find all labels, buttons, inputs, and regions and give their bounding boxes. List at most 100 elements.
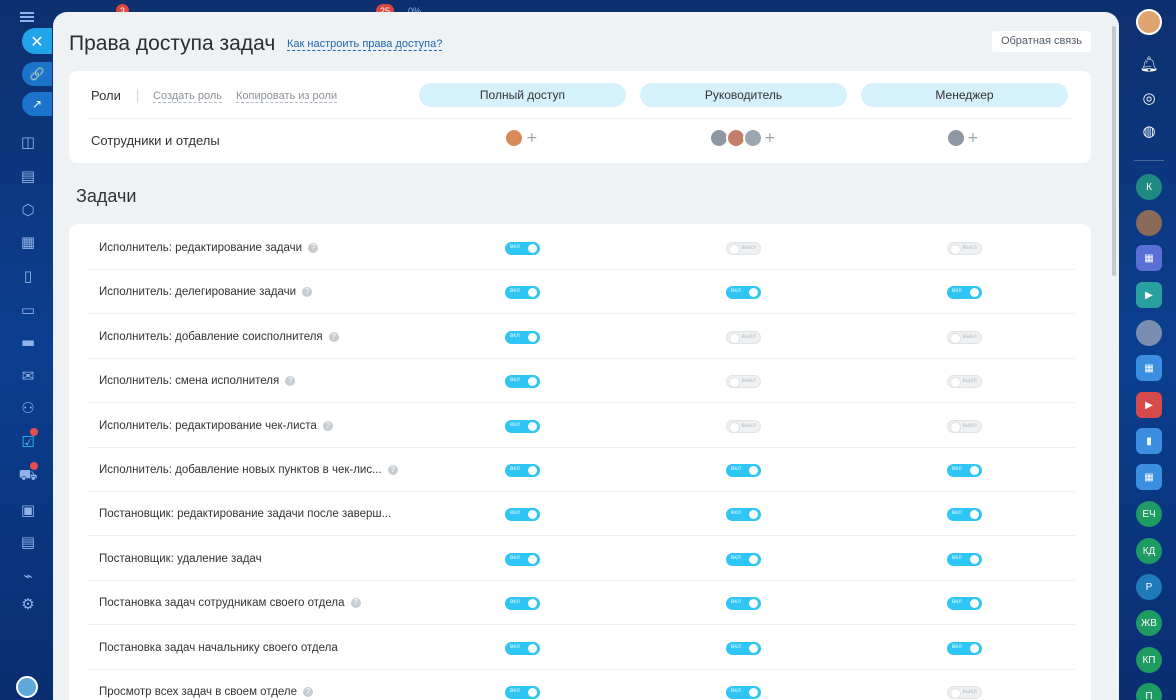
permission-label-text: Исполнитель: добавление соисполнителя (99, 330, 323, 343)
document-icon[interactable]: ▯ (18, 266, 38, 286)
help-icon[interactable]: ? (328, 331, 339, 342)
department-avatar[interactable] (946, 128, 966, 148)
bell-icon[interactable]: 🔔︎ (1136, 51, 1162, 77)
calendar-chat-icon[interactable]: ▦ (1136, 464, 1162, 490)
feedback-button[interactable]: Обратная связь (991, 31, 1091, 52)
permission-toggle[interactable]: выкл (726, 419, 761, 433)
permission-toggle[interactable]: вкл (726, 464, 761, 477)
permission-toggle[interactable]: вкл (726, 597, 761, 611)
video-chat-icon[interactable]: ▶ (1136, 282, 1162, 308)
permission-toggle[interactable]: вкл (947, 286, 982, 300)
open-new-window-button[interactable]: ↗ (22, 92, 52, 116)
permission-toggle[interactable]: выкл (947, 419, 982, 433)
help-link[interactable]: Как настроить права доступа? (287, 38, 443, 51)
permission-row: Постановщик: редактирование задачи после… (87, 492, 1075, 537)
close-slider-button[interactable]: ✕ (22, 28, 52, 54)
help-icon[interactable]: ? (350, 598, 361, 609)
bookmark-chat-icon[interactable]: ▮ (1136, 428, 1162, 454)
copy-link-button[interactable]: 🔗 (22, 62, 52, 86)
settings-icon[interactable]: ⚙ (18, 594, 38, 614)
permission-toggle[interactable]: вкл (505, 641, 540, 655)
role-full-access[interactable]: Полный доступ (419, 83, 626, 107)
permission-toggle[interactable]: вкл (505, 552, 540, 566)
contact-avatar[interactable] (1136, 210, 1162, 236)
add-employee-button[interactable]: + (526, 131, 538, 145)
add-employee-button[interactable]: + (764, 131, 776, 145)
toggle-knob (970, 510, 979, 520)
permission-toggle[interactable]: вкл (505, 286, 540, 300)
permission-toggle[interactable]: вкл (947, 552, 982, 566)
permission-toggle[interactable]: вкл (505, 508, 540, 522)
permission-toggle[interactable]: выкл (726, 375, 761, 389)
add-employee-button[interactable]: + (967, 131, 979, 145)
permission-toggle[interactable]: выкл (947, 686, 982, 699)
help-icon[interactable]: ? (387, 465, 398, 475)
toggle-text: вкл (952, 288, 962, 295)
permission-toggle[interactable]: вкл (505, 686, 540, 699)
permission-toggle[interactable]: вкл (505, 242, 540, 255)
calendar-icon[interactable]: ▦ (18, 232, 38, 252)
timeline-icon[interactable]: ◎ (1136, 85, 1162, 111)
help-icon[interactable]: ? (322, 420, 333, 431)
help-icon[interactable]: ? (302, 287, 313, 298)
analytics-icon[interactable]: ⌁ (18, 566, 38, 586)
video-chat-icon[interactable]: ▶ (1136, 392, 1162, 418)
help-icon[interactable]: ? (285, 376, 296, 387)
permission-toggle[interactable]: выкл (726, 330, 761, 344)
role-head[interactable]: Руководитель (640, 83, 847, 107)
permission-toggle[interactable]: вкл (505, 464, 540, 477)
divider (1134, 160, 1164, 161)
permission-toggle[interactable]: вкл (947, 508, 982, 522)
permission-toggle[interactable]: вкл (505, 330, 540, 344)
calendar-chat-icon[interactable]: ▦ (1136, 355, 1162, 381)
employee-avatar[interactable] (743, 128, 763, 148)
mail-icon[interactable]: ✉ (18, 366, 38, 386)
search-chat-icon[interactable]: ◍ (1136, 118, 1162, 144)
role-manager[interactable]: Менеджер (861, 83, 1068, 107)
current-user-avatar[interactable] (1136, 9, 1162, 35)
permission-label: Постановка задач начальнику своего отдел… (99, 642, 338, 654)
permission-toggle[interactable]: вкл (947, 641, 982, 655)
permission-toggle[interactable]: вкл (947, 597, 982, 611)
menu-icon[interactable] (20, 12, 34, 22)
store-icon[interactable]: ▣ (18, 500, 38, 520)
permission-toggle[interactable]: выкл (947, 330, 982, 344)
permission-toggle[interactable]: вкл (726, 286, 761, 300)
contact-avatar[interactable]: ЖВ (1136, 610, 1162, 636)
permission-toggle[interactable]: вкл (505, 375, 540, 389)
help-icon[interactable]: ? (308, 243, 319, 253)
user-avatar[interactable] (16, 676, 38, 698)
permission-row: Исполнитель: смена исполнителя? вкл выкл вы… (87, 359, 1075, 404)
hexagon-icon[interactable]: ⬡ (18, 200, 38, 220)
permission-toggle[interactable]: вкл (947, 464, 982, 477)
contact-avatar[interactable]: КП (1136, 647, 1162, 673)
drive-icon[interactable]: ▬ (18, 332, 38, 352)
permission-toggle[interactable]: вкл (505, 419, 540, 433)
permission-toggle[interactable]: выкл (726, 242, 761, 255)
contact-avatar[interactable]: К (1136, 174, 1162, 200)
permission-label: Исполнитель: добавление новых пунктов в … (99, 464, 398, 476)
contact-avatar[interactable] (1136, 320, 1162, 346)
create-role-link[interactable]: Создать роль (153, 90, 223, 103)
permission-toggle[interactable]: вкл (726, 641, 761, 655)
copy-role-link[interactable]: Копировать из роли (236, 90, 338, 103)
help-icon[interactable]: ? (303, 687, 314, 697)
group-icon[interactable]: ⚇ (18, 398, 38, 418)
feed-icon[interactable]: ▤ (18, 166, 38, 186)
contact-avatar[interactable]: КД (1136, 538, 1162, 564)
permission-toggle[interactable]: выкл (947, 242, 982, 255)
employee-avatar[interactable] (504, 128, 524, 148)
permission-toggle[interactable]: вкл (726, 552, 761, 566)
chat-icon[interactable]: ◫ (18, 132, 38, 152)
contact-avatar[interactable]: ЕЧ (1136, 501, 1162, 527)
contact-avatar[interactable]: Р (1136, 574, 1162, 600)
permission-toggle[interactable]: вкл (726, 686, 761, 699)
contact-avatar[interactable]: П (1136, 683, 1162, 700)
permission-toggle[interactable]: вкл (726, 508, 761, 522)
board-icon[interactable]: ▭ (18, 300, 38, 320)
permission-toggle[interactable]: выкл (947, 375, 982, 389)
scrollbar[interactable] (1112, 26, 1116, 276)
calendar-chat-icon[interactable]: ▦ (1136, 245, 1162, 271)
inventory-icon[interactable]: ▤ (18, 532, 38, 552)
permission-toggle[interactable]: вкл (505, 597, 540, 611)
